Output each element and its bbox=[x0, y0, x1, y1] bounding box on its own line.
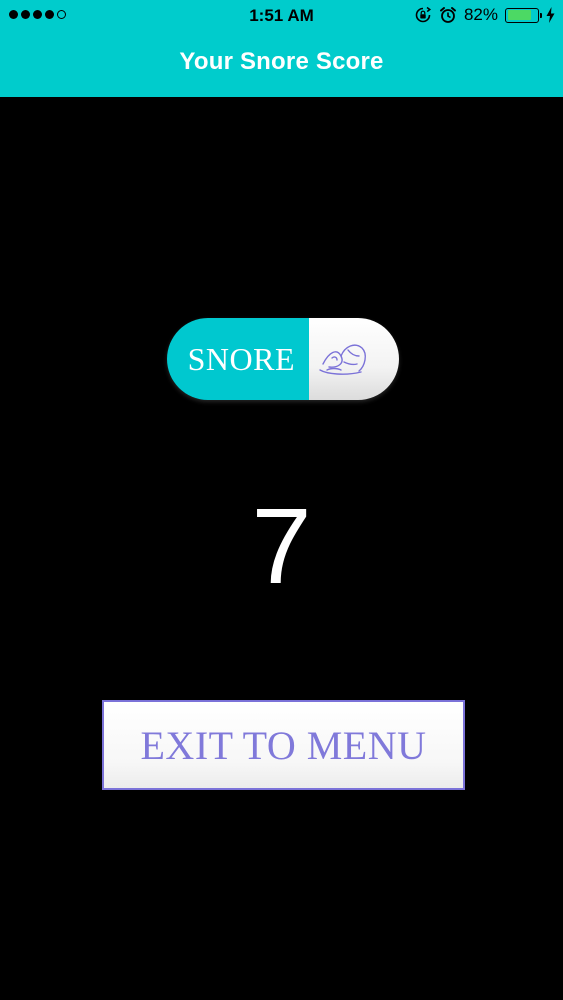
exit-button-label: EXIT TO MENU bbox=[140, 722, 427, 768]
sleeping-person-icon bbox=[315, 334, 371, 385]
pill-left-half: SNORE bbox=[167, 318, 309, 400]
charging-bolt-icon bbox=[546, 7, 555, 23]
page-title: Your Snore Score bbox=[179, 48, 384, 75]
header: 1:51 AM 82% Your Snore Score bbox=[0, 0, 563, 97]
app-screen: 1:51 AM 82% Your Snore Score SNORE 7 EXI… bbox=[0, 0, 563, 1000]
battery-icon bbox=[505, 7, 542, 23]
exit-to-menu-button[interactable]: EXIT TO MENU bbox=[102, 700, 465, 790]
alarm-icon bbox=[439, 6, 457, 24]
pill-right-half bbox=[309, 318, 399, 400]
snore-pill: SNORE bbox=[167, 318, 399, 400]
pill-label: SNORE bbox=[187, 340, 295, 377]
rotation-lock-icon bbox=[414, 6, 432, 24]
status-bar: 1:51 AM 82% bbox=[0, 0, 563, 32]
status-right-group: 82% bbox=[414, 5, 555, 25]
snore-score-value: 7 bbox=[251, 485, 312, 606]
battery-percent: 82% bbox=[463, 5, 498, 24]
battery-fill bbox=[507, 10, 532, 20]
